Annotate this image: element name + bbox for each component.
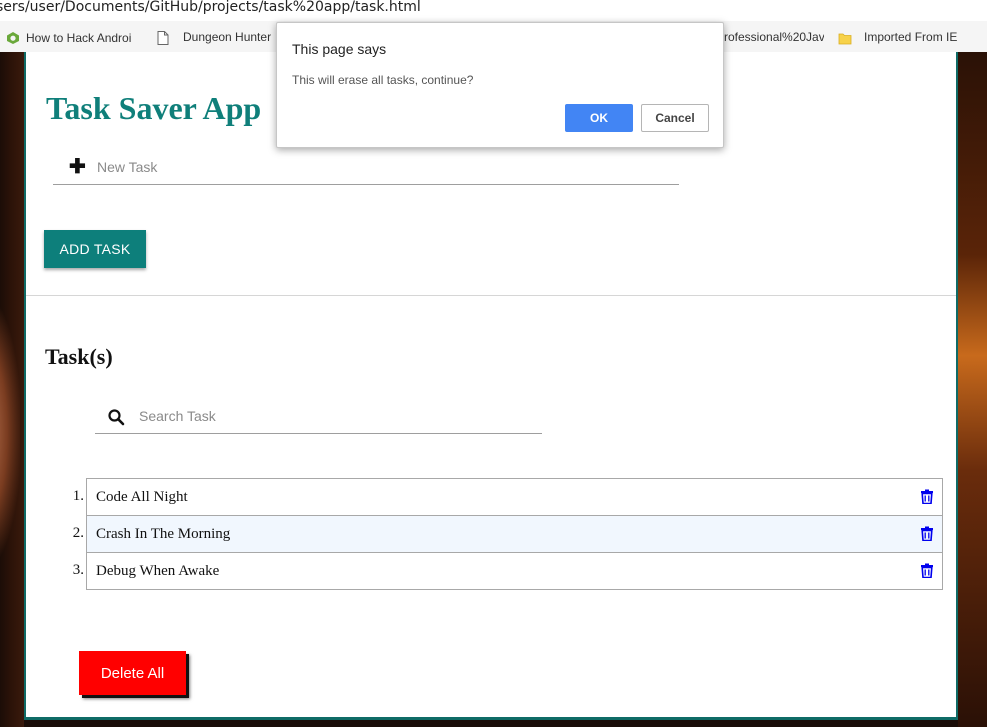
ok-button[interactable]: OK <box>565 104 633 132</box>
new-task-input[interactable] <box>97 156 657 178</box>
search-field <box>95 404 542 434</box>
bookmark-how-to-hack[interactable]: How to Hack Androi <box>6 29 134 45</box>
bookmark-dungeon-hunter[interactable]: Dungeon Hunter <box>157 29 271 45</box>
trash-icon[interactable] <box>920 489 934 504</box>
desktop-background-left <box>0 52 24 727</box>
task-row[interactable]: Crash In The Morning <box>86 515 943 553</box>
task-number: 1. <box>72 488 84 504</box>
task-row[interactable]: Code All Night <box>86 478 943 516</box>
tasks-heading: Task(s) <box>45 344 113 369</box>
task-item: 1. Code All Night <box>66 478 961 516</box>
bookmark-imported-from-ie[interactable]: Imported From IE <box>838 29 957 45</box>
task-number: 3. <box>72 562 84 578</box>
trash-icon[interactable] <box>920 563 934 578</box>
task-item: 3. Debug When Awake <box>66 552 961 590</box>
search-input[interactable] <box>139 406 529 426</box>
delete-all-button[interactable]: Delete All <box>79 651 186 695</box>
bookmark-professional-java[interactable]: rofessional%20Java <box>724 29 824 45</box>
address-text: sers/user/Documents/GitHub/projects/task… <box>0 0 421 15</box>
search-icon <box>108 409 125 426</box>
section-divider <box>26 295 956 296</box>
task-number: 2. <box>72 525 84 541</box>
trash-icon[interactable] <box>920 526 934 541</box>
dialog-title: This page says <box>292 41 387 57</box>
bookmark-label: Dungeon Hunter <box>183 30 272 44</box>
new-task-field: ✚ <box>53 155 679 185</box>
dialog-message: This will erase all tasks, continue? <box>292 73 474 87</box>
task-row[interactable]: Debug When Awake <box>86 552 943 590</box>
task-text: Debug When Awake <box>96 563 220 579</box>
task-item: 2. Crash In The Morning <box>66 515 961 553</box>
task-text: Crash In The Morning <box>96 526 231 542</box>
bookmark-label: Imported From IE <box>864 30 958 44</box>
task-text: Code All Night <box>96 489 188 505</box>
folder-icon <box>838 33 852 45</box>
android-icon <box>7 31 19 44</box>
bookmark-label: How to Hack Androi <box>26 30 132 45</box>
app-page: Task Saver App ✚ ADD TASK Task(s) 1. Cod… <box>24 52 958 720</box>
plus-icon: ✚ <box>69 156 86 178</box>
address-bar[interactable]: sers/user/Documents/GitHub/projects/task… <box>0 0 987 22</box>
page-icon <box>157 30 169 45</box>
confirm-dialog: This page says This will erase all tasks… <box>276 22 724 148</box>
task-list: 1. Code All Night 2. Crash In The Mornin… <box>66 478 961 590</box>
bookmark-label: rofessional%20Java <box>724 30 824 44</box>
desktop-background-right <box>958 52 987 727</box>
cancel-button[interactable]: Cancel <box>641 104 709 132</box>
add-task-button[interactable]: ADD TASK <box>44 230 146 268</box>
app-title: Task Saver App <box>46 90 262 126</box>
